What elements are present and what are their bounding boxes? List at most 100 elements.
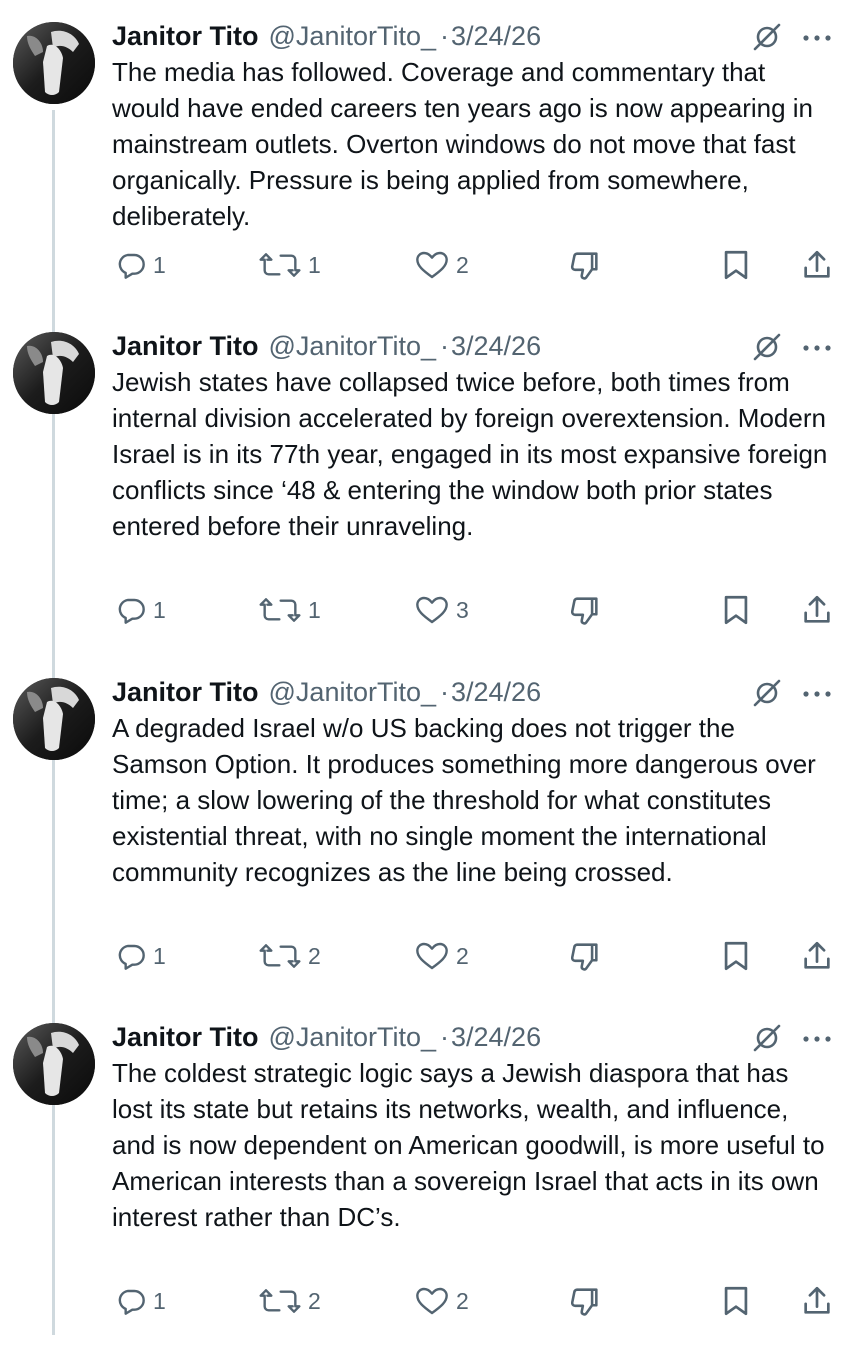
like-icon (416, 251, 448, 279)
avatar[interactable] (13, 22, 95, 104)
author-handle[interactable]: @JanitorTito_ (269, 1022, 436, 1053)
share-button[interactable] (801, 245, 833, 285)
grok-icon[interactable] (752, 678, 782, 708)
like-count: 2 (456, 251, 469, 278)
bookmark-button[interactable] (721, 245, 751, 285)
like-count: 3 (456, 596, 469, 623)
analytics-icon (570, 597, 598, 625)
author-name[interactable]: Janitor Tito (112, 331, 259, 362)
reply-count: 1 (153, 251, 166, 278)
reply-icon (118, 598, 145, 624)
tweet[interactable]: Janitor Tito @JanitorTito_ · 3/24/26 A d… (0, 656, 847, 1001)
reply-button[interactable]: 1 (115, 1281, 166, 1321)
reply-button[interactable]: 1 (115, 590, 166, 630)
author-name[interactable]: Janitor Tito (112, 21, 259, 52)
share-button[interactable] (801, 1281, 833, 1321)
tweet-text: A degraded Israel w/o US backing does no… (112, 713, 816, 887)
action-bar: 1 2 2 (0, 1281, 847, 1321)
grok-icon[interactable] (752, 22, 782, 52)
more-icon[interactable] (800, 338, 834, 358)
tweet[interactable]: Janitor Tito @JanitorTito_ · 3/24/26 The… (0, 1001, 847, 1346)
author-handle[interactable]: @JanitorTito_ (269, 677, 436, 708)
reply-icon (118, 1289, 145, 1315)
bookmark-button[interactable] (721, 1281, 751, 1321)
post-date[interactable]: 3/24/26 (451, 677, 541, 708)
like-button[interactable]: 2 (414, 1281, 469, 1321)
tweet-text: The media has followed. Coverage and com… (112, 57, 814, 231)
repost-icon (259, 944, 301, 968)
separator-dot: · (440, 20, 449, 51)
analytics-icon (570, 943, 598, 971)
reply-icon (118, 944, 145, 970)
post-date[interactable]: 3/24/26 (451, 1022, 541, 1053)
share-icon (804, 250, 830, 278)
reply-button[interactable]: 1 (115, 936, 166, 976)
like-button[interactable]: 3 (414, 590, 469, 630)
analytics-icon (570, 1288, 598, 1316)
repost-icon (259, 598, 301, 622)
like-count: 2 (456, 1287, 469, 1314)
tweet-header: Janitor Tito @JanitorTito_ · 3/24/26 (112, 328, 541, 364)
action-bar: 1 2 2 (0, 936, 847, 976)
tweet-header: Janitor Tito @JanitorTito_ · 3/24/26 (112, 1019, 541, 1055)
share-icon (804, 941, 830, 969)
repost-count: 2 (308, 1287, 321, 1314)
avatar[interactable] (13, 332, 95, 414)
analytics-button[interactable] (568, 590, 602, 630)
repost-button[interactable]: 1 (258, 245, 321, 285)
share-icon (804, 595, 830, 623)
repost-icon (259, 253, 301, 277)
like-button[interactable]: 2 (414, 245, 469, 285)
bookmark-icon (724, 250, 748, 280)
bookmark-button[interactable] (721, 936, 751, 976)
analytics-button[interactable] (568, 1281, 602, 1321)
repost-button[interactable]: 1 (258, 590, 321, 630)
more-icon[interactable] (800, 684, 834, 704)
tweet-header: Janitor Tito @JanitorTito_ · 3/24/26 (112, 18, 541, 54)
avatar[interactable] (13, 678, 95, 760)
analytics-button[interactable] (568, 936, 602, 976)
tweet-header: Janitor Tito @JanitorTito_ · 3/24/26 (112, 674, 541, 710)
tweet[interactable]: Janitor Tito @JanitorTito_ · 3/24/26 The… (0, 0, 847, 345)
more-icon[interactable] (800, 1029, 834, 1049)
bookmark-icon (724, 595, 748, 625)
repost-icon (259, 1289, 301, 1313)
analytics-button[interactable] (568, 245, 602, 285)
separator-dot: · (440, 1021, 449, 1052)
bookmark-icon (724, 1286, 748, 1316)
avatar[interactable] (13, 1023, 95, 1105)
author-handle[interactable]: @JanitorTito_ (269, 331, 436, 362)
analytics-icon (570, 252, 598, 280)
author-name[interactable]: Janitor Tito (112, 1022, 259, 1053)
separator-dot: · (440, 330, 449, 361)
share-button[interactable] (801, 590, 833, 630)
grok-icon[interactable] (752, 332, 782, 362)
more-icon[interactable] (800, 28, 834, 48)
repost-button[interactable]: 2 (258, 936, 321, 976)
like-button[interactable]: 2 (414, 936, 469, 976)
action-bar: 1 1 3 (0, 590, 847, 630)
reply-count: 1 (153, 942, 166, 969)
repost-button[interactable]: 2 (258, 1281, 321, 1321)
author-name[interactable]: Janitor Tito (112, 677, 259, 708)
share-button[interactable] (801, 936, 833, 976)
post-date[interactable]: 3/24/26 (451, 21, 541, 52)
author-handle[interactable]: @JanitorTito_ (269, 21, 436, 52)
repost-count: 1 (308, 596, 321, 623)
like-count: 2 (456, 942, 469, 969)
bookmark-button[interactable] (721, 590, 751, 630)
reply-icon (118, 253, 145, 279)
grok-icon[interactable] (752, 1023, 782, 1053)
bookmark-icon (724, 941, 748, 971)
like-icon (416, 942, 448, 970)
tweet[interactable]: Janitor Tito @JanitorTito_ · 3/24/26 Jew… (0, 310, 847, 655)
post-date[interactable]: 3/24/26 (451, 331, 541, 362)
reply-button[interactable]: 1 (115, 245, 166, 285)
tweet-text: The coldest strategic logic says a Jewis… (112, 1058, 825, 1232)
share-icon (804, 1286, 830, 1314)
like-icon (416, 1287, 448, 1315)
reply-count: 1 (153, 596, 166, 623)
repost-count: 1 (308, 251, 321, 278)
action-bar: 1 1 2 (0, 245, 847, 285)
separator-dot: · (440, 676, 449, 707)
